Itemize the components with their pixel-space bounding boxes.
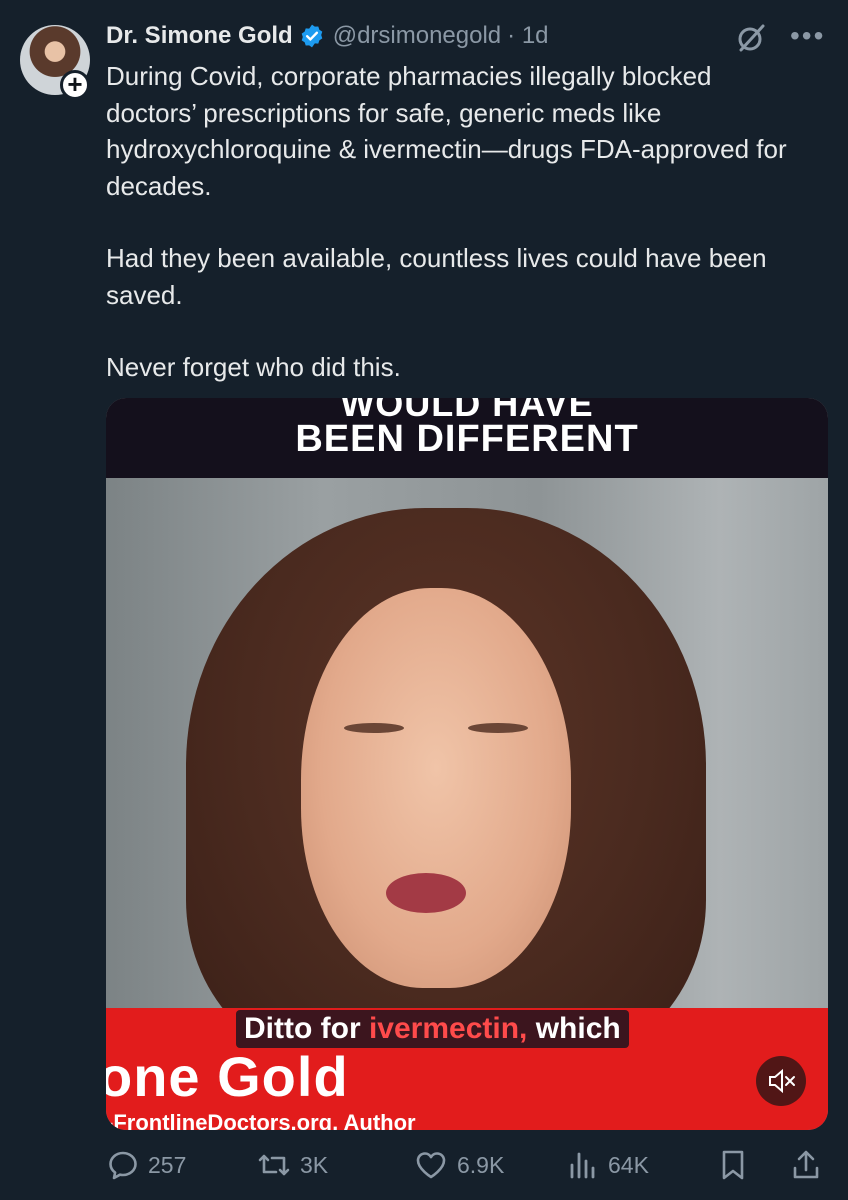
person-mouth (386, 873, 466, 913)
reply-icon (109, 1151, 137, 1180)
speaker-muted-icon (769, 1068, 795, 1094)
caption-highlight: ivermectin, (368, 1012, 528, 1045)
view-count: 64K (608, 1151, 649, 1178)
person-eye-right (468, 723, 528, 733)
repost-button[interactable]: 3K (256, 1148, 328, 1182)
views-chart-icon (570, 1152, 595, 1179)
video-frame (106, 478, 828, 1068)
reply-button[interactable]: 257 (106, 1148, 186, 1182)
reply-count: 257 (148, 1151, 187, 1178)
person-face (301, 588, 571, 988)
tweet-paragraph: Never forget who did this. (106, 352, 401, 382)
repost-icon (258, 1154, 290, 1176)
video-top-banner: WOULD HAVE BEEN DIFFERENT (106, 398, 828, 478)
caption-text: Ditto for (244, 1012, 369, 1045)
mute-button[interactable] (756, 1056, 806, 1106)
post-time[interactable]: · 1d (507, 22, 548, 50)
person-eye-left (344, 723, 404, 733)
share-icon (793, 1150, 819, 1179)
grok-icon[interactable] (735, 22, 767, 54)
follow-plus-icon[interactable]: + (60, 70, 90, 100)
caption-text-end: which (527, 1012, 621, 1045)
video-caption: Ditto for ivermectin, which (236, 1010, 629, 1048)
author-handle[interactable]: @drsimonegold (333, 22, 501, 50)
heart-icon (416, 1152, 446, 1179)
video-sub-plate: -FrontlineDoctors.org, Author (106, 1110, 416, 1130)
like-button[interactable]: 6.9K (413, 1148, 504, 1182)
bookmark-button[interactable] (718, 1148, 756, 1182)
video-name-plate: one Gold (106, 1045, 349, 1108)
tweet-text: During Covid, corporate pharmacies illeg… (106, 58, 806, 422)
views-button[interactable]: 64K (566, 1148, 649, 1182)
verified-badge-icon (301, 24, 322, 48)
tweet-header: Dr. Simone Gold @drsimonegold · 1d (106, 20, 549, 52)
tweet-paragraph: During Covid, corporate pharmacies illeg… (106, 61, 787, 201)
tweet: + Dr. Simone Gold @drsimonegold · 1d •••… (0, 0, 848, 1200)
share-button[interactable] (790, 1148, 830, 1182)
video-player[interactable]: WOULD HAVE BEEN DIFFERENT one Gold -Fron… (106, 398, 828, 1130)
video-banner-text: BEEN DIFFERENT (295, 418, 639, 460)
tweet-paragraph: Had they been available, countless lives… (106, 243, 767, 310)
bookmark-icon (722, 1150, 744, 1180)
action-bar: 257 3K 6.9K 64K (106, 1148, 828, 1184)
like-count: 6.9K (457, 1151, 505, 1178)
author-name[interactable]: Dr. Simone Gold (106, 22, 293, 50)
repost-count: 3K (300, 1151, 329, 1178)
more-options-icon[interactable]: ••• (790, 22, 825, 50)
